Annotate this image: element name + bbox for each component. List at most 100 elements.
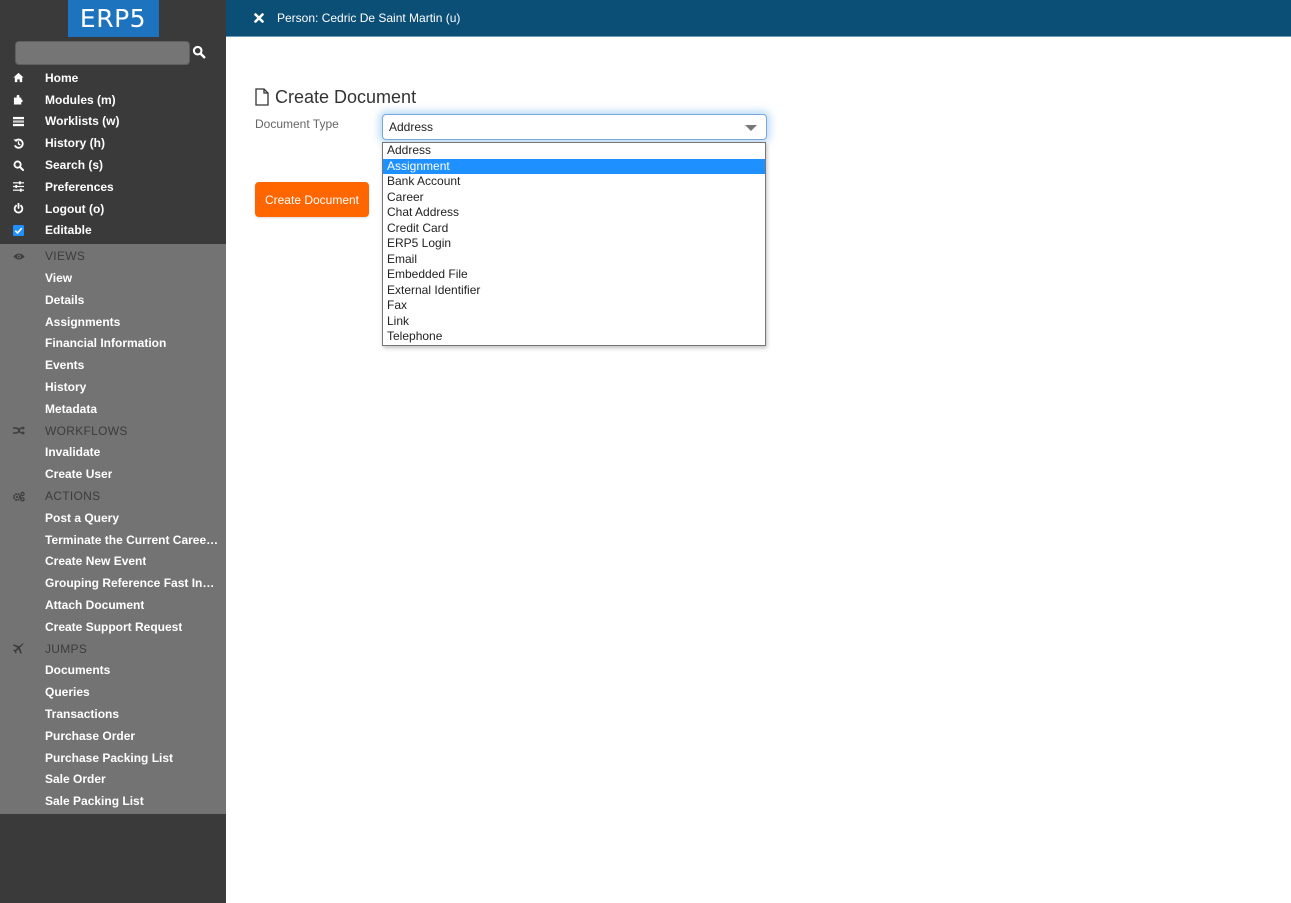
page-title: Create Document: [255, 85, 416, 109]
actions-item-create-support-request[interactable]: Create Support Request: [0, 616, 226, 638]
item-label: Sale Order: [45, 772, 106, 787]
views-item-financial-information[interactable]: Financial Information: [0, 333, 226, 355]
jumps-item-purchase-packing-list[interactable]: Purchase Packing List: [0, 747, 226, 769]
search-button[interactable]: [192, 45, 208, 61]
item-label: Details: [45, 292, 85, 307]
section-title: WORKFLOWS: [45, 423, 128, 438]
page-title-text: Create Document: [275, 86, 417, 107]
item-label: Invalidate: [45, 445, 101, 460]
nav-history[interactable]: History (h): [0, 132, 226, 154]
option-external-identifier[interactable]: External Identifier: [383, 283, 765, 299]
option-embedded-file[interactable]: Embedded File: [383, 267, 765, 283]
option-credit-card[interactable]: Credit Card: [383, 221, 765, 237]
views-item-metadata[interactable]: Metadata: [0, 398, 226, 420]
sliders-icon: [13, 181, 24, 193]
nav-label: Logout (o): [45, 201, 105, 216]
actions-item-post-query[interactable]: Post a Query: [0, 507, 226, 529]
actions-item-create-new-event[interactable]: Create New Event: [0, 551, 226, 573]
item-label: Create Support Request: [45, 619, 183, 634]
option-telephone[interactable]: Telephone: [383, 329, 765, 345]
nav-preferences[interactable]: Preferences: [0, 176, 226, 198]
views-item-details[interactable]: Details: [0, 289, 226, 311]
cogs-icon: [13, 491, 25, 502]
workflows-item-create-user[interactable]: Create User: [0, 463, 226, 485]
history-icon: [13, 138, 24, 149]
option-link[interactable]: Link: [383, 314, 765, 330]
logo-container: ERP5: [0, 0, 226, 37]
section-title: ACTIONS: [45, 489, 101, 504]
document-type-select[interactable]: Address: [382, 114, 767, 140]
puzzle-icon: [13, 95, 23, 105]
item-label: Transactions: [45, 707, 120, 721]
erp5-logo[interactable]: ERP5: [67, 0, 159, 37]
item-label: Terminate the Current Career...: [45, 532, 220, 547]
document-type-label: Document Type: [255, 117, 339, 131]
sidebar-search-input[interactable]: [15, 41, 190, 65]
item-label: Events: [45, 358, 85, 373]
nav-editable-toggle[interactable]: Editable: [0, 220, 226, 242]
nav-search[interactable]: Search (s): [0, 154, 226, 176]
item-label: Sale Packing List: [45, 794, 144, 809]
actions-item-grouping-reference[interactable]: Grouping Reference Fast Input: [0, 572, 226, 594]
actions-item-attach-document[interactable]: Attach Document: [0, 594, 226, 616]
chevron-down-icon: [745, 125, 757, 131]
option-erp5-login[interactable]: ERP5 Login: [383, 236, 765, 252]
jumps-item-purchase-order[interactable]: Purchase Order: [0, 725, 226, 747]
home-icon: [13, 73, 24, 83]
item-label: Queries: [45, 685, 90, 700]
option-chat-address[interactable]: Chat Address: [383, 205, 765, 221]
views-item-history[interactable]: History: [0, 376, 226, 398]
item-label: History: [45, 380, 87, 395]
sidebar: ERP5 Home Modules (m) Worklists (w) Hist…: [0, 0, 226, 903]
checkbox-icon[interactable]: [13, 224, 24, 236]
search-icon: [192, 45, 206, 59]
option-fax[interactable]: Fax: [383, 298, 765, 314]
item-label: Metadata: [45, 401, 98, 416]
option-assignment[interactable]: Assignment: [383, 158, 765, 174]
nav-label: Search (s): [45, 158, 104, 173]
jumps-item-sale-order[interactable]: Sale Order: [0, 769, 226, 791]
context-panel: VIEWS View Details Assignments Financial…: [0, 244, 226, 815]
document-type-row: Document Type Address: [255, 114, 767, 144]
nav-label: History (h): [45, 136, 105, 151]
nav-worklists[interactable]: Worklists (w): [0, 111, 226, 133]
plane-icon: [13, 643, 24, 654]
document-type-options: Address Assignment Bank Account Career Chat …: [382, 142, 766, 346]
create-document-button[interactable]: Create Document: [255, 182, 369, 217]
close-icon[interactable]: [254, 13, 264, 23]
section-jumps: JUMPS: [0, 638, 226, 660]
jumps-item-transactions[interactable]: Transactions: [0, 703, 226, 725]
nav-label: Worklists (w): [45, 114, 120, 129]
item-label: Purchase Order: [45, 728, 136, 743]
nav-home[interactable]: Home: [0, 67, 226, 89]
sidebar-search: [0, 37, 226, 67]
search-icon: [13, 160, 24, 171]
option-bank-account[interactable]: Bank Account: [383, 174, 765, 190]
header-title[interactable]: Person: Cedric De Saint Martin (u): [277, 11, 460, 25]
nav-logout[interactable]: Logout (o): [0, 198, 226, 220]
option-address[interactable]: Address: [383, 143, 765, 159]
selected-value: Address: [389, 120, 434, 134]
item-label: Assignments: [45, 314, 121, 329]
views-item-events[interactable]: Events: [0, 354, 226, 376]
jumps-item-queries[interactable]: Queries: [0, 681, 226, 703]
views-item-assignments[interactable]: Assignments: [0, 311, 226, 333]
eye-icon: [13, 253, 25, 260]
nav-label: Editable: [45, 223, 92, 238]
section-title: VIEWS: [45, 249, 86, 264]
item-label: Financial Information: [45, 336, 167, 351]
file-icon: [255, 88, 269, 106]
jumps-item-documents[interactable]: Documents: [0, 660, 226, 682]
actions-item-terminate-career[interactable]: Terminate the Current Career...: [0, 529, 226, 551]
option-career[interactable]: Career: [383, 190, 765, 206]
power-icon: [13, 203, 24, 214]
option-email[interactable]: Email: [383, 252, 765, 268]
section-actions: ACTIONS: [0, 485, 226, 507]
workflows-item-invalidate[interactable]: Invalidate: [0, 442, 226, 464]
jumps-item-sale-packing-list[interactable]: Sale Packing List: [0, 790, 226, 812]
nav-label: Modules (m): [45, 92, 116, 107]
nav-modules[interactable]: Modules (m): [0, 89, 226, 111]
section-workflows: WORKFLOWS: [0, 420, 226, 442]
views-item-view[interactable]: View: [0, 267, 226, 289]
item-label: Grouping Reference Fast Input: [45, 576, 220, 591]
